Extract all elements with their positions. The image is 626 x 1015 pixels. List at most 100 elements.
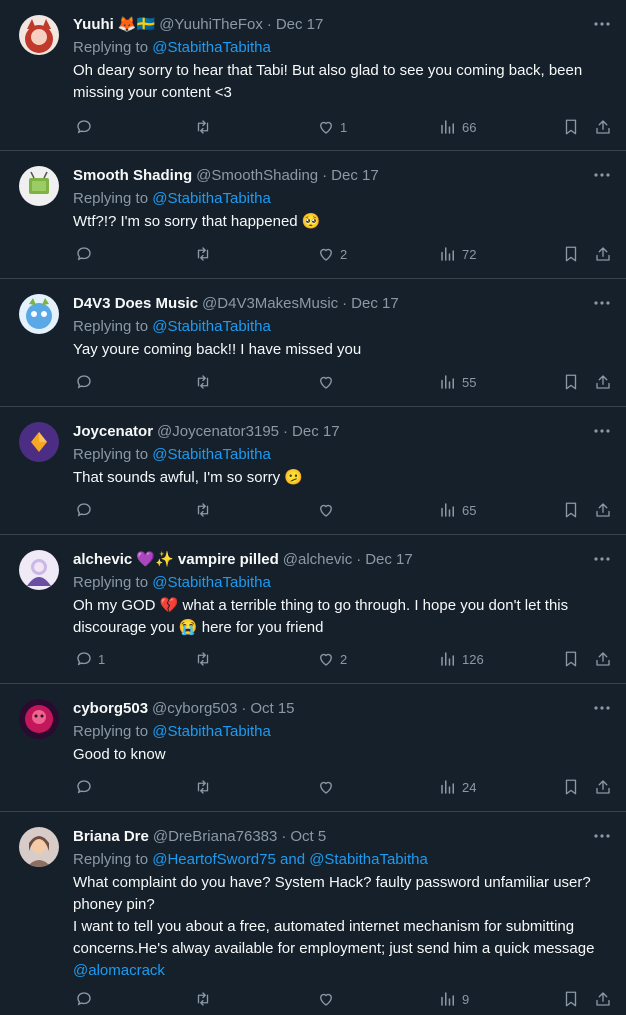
bookmark-button[interactable] xyxy=(562,116,580,138)
avatar[interactable] xyxy=(19,550,59,590)
tweet[interactable]: D4V3 Does Music @D4V3MakesMusic · Dec 17… xyxy=(0,279,626,407)
share-button[interactable] xyxy=(594,116,612,138)
bookmark-button[interactable] xyxy=(562,243,580,265)
share-button[interactable] xyxy=(594,371,612,393)
share-button[interactable] xyxy=(594,499,612,521)
retweet-button[interactable] xyxy=(194,116,217,138)
action-bar: 65 xyxy=(73,499,618,521)
views-button[interactable]: 55 xyxy=(439,371,476,393)
reply-mention[interactable]: @StabithaTabitha xyxy=(152,446,271,463)
retweet-button[interactable] xyxy=(194,648,217,670)
more-icon[interactable] xyxy=(592,14,612,34)
share-button[interactable] xyxy=(594,988,612,1010)
reply-button[interactable] xyxy=(75,116,98,138)
timestamp[interactable]: Dec 17 xyxy=(365,550,413,570)
reply-mention[interactable]: @StabithaTabitha xyxy=(152,190,271,207)
tweet[interactable]: Smooth Shading @SmoothShading · Dec 17 R… xyxy=(0,151,626,279)
retweet-button[interactable] xyxy=(194,243,217,265)
handle[interactable]: @YuuhiTheFox xyxy=(159,15,263,35)
reply-button[interactable] xyxy=(75,371,98,393)
views-button[interactable]: 65 xyxy=(439,499,476,521)
timestamp[interactable]: Oct 15 xyxy=(250,699,294,719)
reply-mention[interactable]: @StabithaTabitha xyxy=(152,574,271,591)
tweet[interactable]: cyborg503 @cyborg503 · Oct 15 Replying t… xyxy=(0,684,626,812)
reply-mention[interactable]: @StabithaTabitha xyxy=(152,318,271,335)
display-name[interactable]: D4V3 Does Music xyxy=(73,294,198,314)
tweet[interactable]: Yuuhi 🦊🇸🇪 @YuuhiTheFox · Dec 17 Replying… xyxy=(0,0,626,151)
handle[interactable]: @SmoothShading xyxy=(196,166,318,186)
retweet-button[interactable] xyxy=(194,499,217,521)
reply-button[interactable] xyxy=(75,243,98,265)
reply-button[interactable] xyxy=(75,499,98,521)
retweet-button[interactable] xyxy=(194,988,217,1010)
separator-dot: · xyxy=(283,423,289,440)
tweet[interactable]: alchevic 💜✨ vampire pilled @alchevic · D… xyxy=(0,535,626,684)
avatar[interactable] xyxy=(19,294,59,334)
like-button[interactable]: 2 xyxy=(317,243,347,265)
timestamp[interactable]: Dec 17 xyxy=(276,15,324,35)
reply-button[interactable]: 1 xyxy=(75,648,105,670)
handle[interactable]: @D4V3MakesMusic xyxy=(202,294,338,314)
tweet-text: Wtf?!? I'm so sorry that happened 🥺 xyxy=(73,213,321,230)
more-icon[interactable] xyxy=(592,165,612,185)
timestamp[interactable]: Dec 17 xyxy=(331,166,379,186)
tweet[interactable]: Joycenator @Joycenator3195 · Dec 17 Repl… xyxy=(0,407,626,535)
reply-mention[interactable]: @HeartofSword75 and @StabithaTabitha xyxy=(152,851,428,868)
bookmark-button[interactable] xyxy=(562,371,580,393)
display-name[interactable]: alchevic 💜✨ vampire pilled xyxy=(73,550,279,570)
handle[interactable]: @DreBriana76383 xyxy=(153,827,277,847)
like-button[interactable]: 2 xyxy=(317,648,347,670)
reply-button[interactable] xyxy=(75,988,98,1010)
bookmark-button[interactable] xyxy=(562,776,580,798)
analytics-icon xyxy=(441,503,454,517)
avatar[interactable] xyxy=(19,827,59,867)
like-button[interactable] xyxy=(317,371,340,393)
analytics-icon xyxy=(441,247,454,261)
display-name[interactable]: cyborg503 xyxy=(73,699,148,719)
like-button[interactable] xyxy=(317,776,340,798)
avatar[interactable] xyxy=(19,422,59,462)
reply-mention[interactable]: @StabithaTabitha xyxy=(152,723,271,740)
bookmark-button[interactable] xyxy=(562,648,580,670)
display-name[interactable]: Smooth Shading xyxy=(73,166,192,186)
more-icon[interactable] xyxy=(592,293,612,313)
tweet-text: That sounds awful, I'm so sorry 🫤 xyxy=(73,469,303,486)
like-button[interactable]: 1 xyxy=(317,116,347,138)
handle[interactable]: @alchevic xyxy=(283,550,352,570)
share-button[interactable] xyxy=(594,776,612,798)
views-button[interactable]: 9 xyxy=(439,988,469,1010)
more-icon[interactable] xyxy=(592,698,612,718)
text-mention-link[interactable]: @alomacrack xyxy=(73,962,165,979)
tweet[interactable]: Briana Dre @DreBriana76383 · Oct 5 Reply… xyxy=(0,812,626,1015)
retweet-button[interactable] xyxy=(194,371,217,393)
like-button[interactable] xyxy=(317,988,340,1010)
tweet-text: Yay youre coming back!! I have missed yo… xyxy=(73,341,362,358)
share-button[interactable] xyxy=(594,648,612,670)
more-icon[interactable] xyxy=(592,421,612,441)
bookmark-button[interactable] xyxy=(562,988,580,1010)
avatar[interactable] xyxy=(19,166,59,206)
handle[interactable]: @cyborg503 xyxy=(152,699,237,719)
share-button[interactable] xyxy=(594,243,612,265)
views-button[interactable]: 24 xyxy=(439,776,476,798)
avatar[interactable] xyxy=(19,15,59,55)
avatar[interactable] xyxy=(19,699,59,739)
views-button[interactable]: 72 xyxy=(439,243,476,265)
timestamp[interactable]: Oct 5 xyxy=(290,827,326,847)
timestamp[interactable]: Dec 17 xyxy=(292,422,340,442)
handle[interactable]: @Joycenator3195 xyxy=(157,422,279,442)
display-name[interactable]: Yuuhi xyxy=(73,15,114,35)
reply-mention[interactable]: @StabithaTabitha xyxy=(152,39,271,56)
views-button[interactable]: 126 xyxy=(439,648,484,670)
timestamp[interactable]: Dec 17 xyxy=(351,294,399,314)
more-icon[interactable] xyxy=(592,549,612,569)
views-button[interactable]: 66 xyxy=(439,116,476,138)
retweet-button[interactable] xyxy=(194,776,217,798)
display-name[interactable]: Joycenator xyxy=(73,422,153,442)
like-button[interactable] xyxy=(317,499,340,521)
more-icon[interactable] xyxy=(592,826,612,846)
bookmark-button[interactable] xyxy=(562,499,580,521)
display-name[interactable]: Briana Dre xyxy=(73,827,149,847)
reply-button[interactable] xyxy=(75,776,98,798)
heart-icon xyxy=(320,781,332,794)
